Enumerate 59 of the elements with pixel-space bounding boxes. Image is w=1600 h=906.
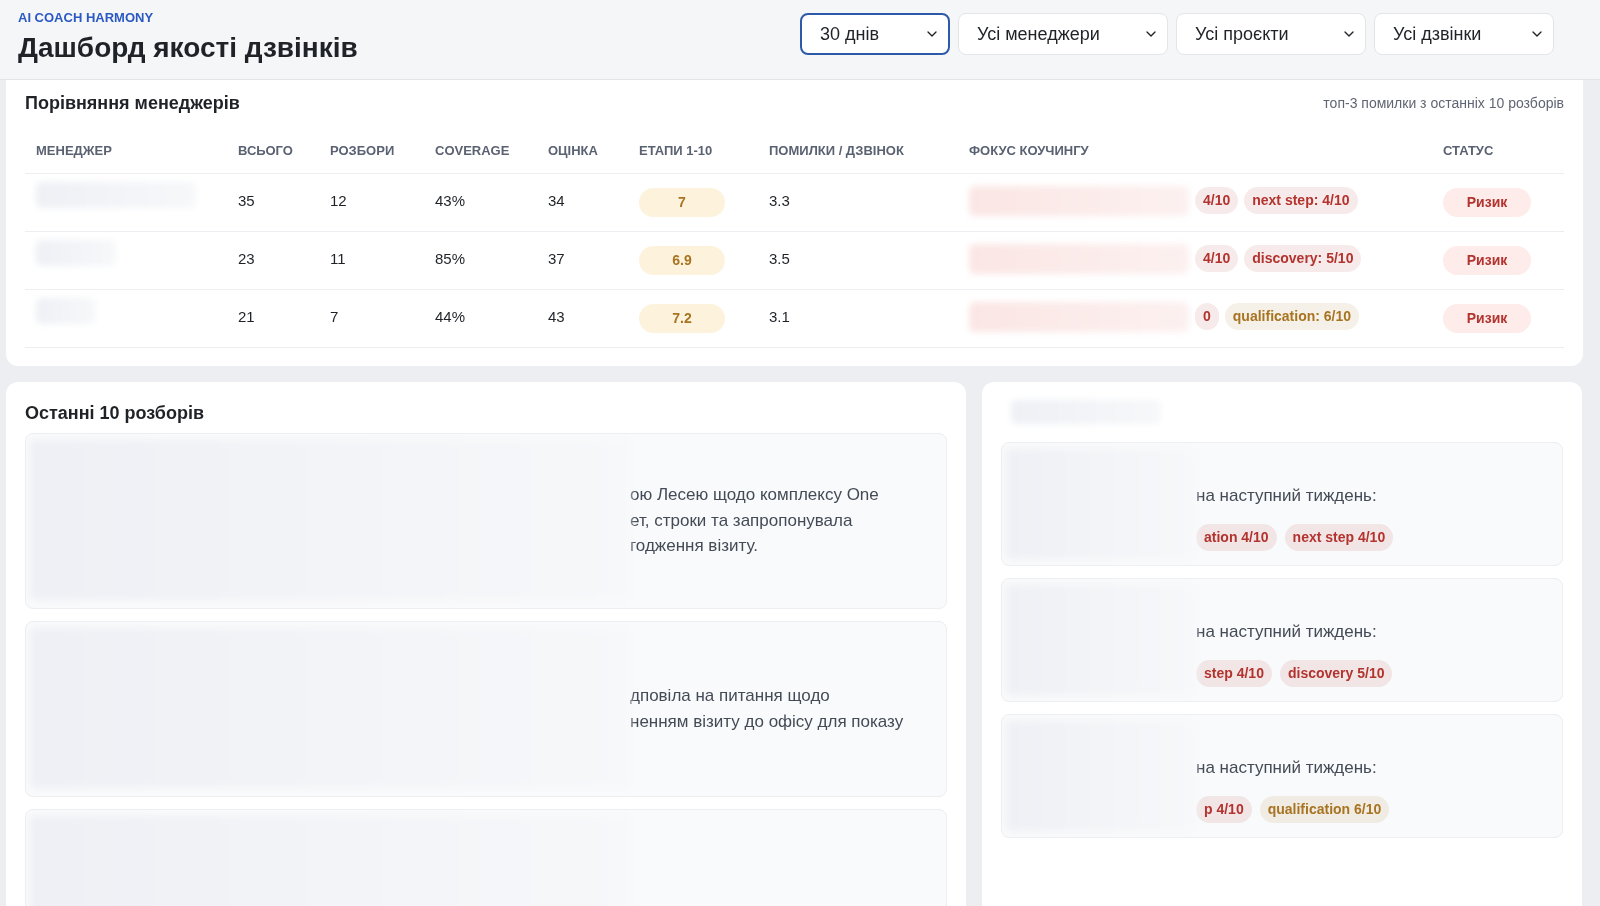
score-tag: qualification: 6/10 [1224, 303, 1360, 330]
stage-score-badge: 6.9 [639, 245, 725, 275]
column-header: РОЗБОРИ [330, 142, 396, 160]
review-summary-line: ненням візиту до офісу для показу [630, 710, 904, 733]
column-header: ВСЬОГО [238, 142, 294, 160]
table-cell-text: 37 [548, 248, 566, 269]
stage-score-badge: 7 [639, 187, 725, 217]
table-cell-text: 43% [435, 190, 467, 211]
table-cell-text: 85% [435, 248, 467, 269]
review-summary-line: ет, строки та запропонувала [630, 509, 854, 532]
filter-dropdown[interactable]: Усі дзвінки [1374, 13, 1554, 55]
column-header: МЕНЕДЖЕР [36, 142, 113, 160]
section-title: Порівняння менеджерів [25, 92, 240, 115]
column-header: ОЦІНКА [548, 142, 599, 160]
table-cell-text: 34 [548, 190, 566, 211]
status-badge: Ризик [1443, 187, 1531, 217]
filter-dropdown[interactable]: 30 днів [800, 13, 950, 55]
score-tag: p 4/10 [1196, 796, 1252, 823]
column-header: ФОКУС КОУЧИНГУ [969, 142, 1090, 160]
table-cell-text: 3.5 [769, 248, 791, 269]
score-tag: discovery: 5/10 [1244, 245, 1362, 272]
coaching-text: на наступний тиждень: [1196, 620, 1378, 643]
section-title: Останні 10 розборів [25, 402, 205, 423]
score-tag: discovery 5/10 [1279, 660, 1393, 687]
score-tag: qualification 6/10 [1259, 796, 1390, 823]
status-badge: Ризик [1443, 303, 1531, 333]
review-summary-line: ою Лесею щодо комплексу One [630, 484, 879, 507]
score-tag: 0 [1195, 303, 1219, 330]
score-tag: ation 4/10 [1196, 524, 1277, 551]
score-tag: next step: 4/10 [1244, 187, 1358, 214]
table-cell-text: 44% [435, 306, 467, 327]
coaching-text: на наступний тиждень: [1196, 484, 1378, 507]
review-summary-line: дповіла на питання щодо [630, 685, 831, 707]
filter-dropdown[interactable]: Усі менеджери [958, 13, 1168, 55]
page-title: Дашборд якості дзвінків [18, 30, 358, 65]
table-cell-text: 35 [238, 190, 256, 211]
column-header: ПОМИЛКИ / ДЗВІНОК [769, 142, 905, 160]
status-badge: Ризик [1443, 245, 1531, 275]
stage-score-badge: 7.2 [639, 303, 725, 333]
column-header: ЕТАПИ 1-10 [639, 142, 714, 160]
table-cell-text: 3.3 [769, 190, 791, 211]
table-cell-text: 11 [330, 248, 347, 269]
score-tag: next step 4/10 [1284, 524, 1394, 551]
section-note: топ-3 помилки з останніх 10 розборів [1323, 94, 1564, 113]
filter-dropdown[interactable]: Усі проєкти [1176, 13, 1366, 55]
review-summary-line: годження візиту. [630, 535, 759, 558]
coaching-text: на наступний тиждень: [1196, 756, 1378, 779]
table-cell-text: 3.1 [769, 306, 791, 327]
table-cell-text: 7 [330, 306, 340, 327]
column-header: СТАТУС [1443, 142, 1495, 160]
table-cell-text: 23 [238, 248, 256, 269]
brand-label: AI COACH HARMONY [18, 9, 155, 27]
table-cell-text: 21 [238, 306, 256, 327]
score-tag: 4/10 [1195, 245, 1239, 272]
column-header: COVERAGE [435, 142, 511, 160]
table-cell-text: 12 [330, 190, 348, 211]
score-tag: step 4/10 [1196, 660, 1272, 687]
table-cell-text: 43 [548, 306, 566, 327]
score-tag: 4/10 [1195, 187, 1239, 214]
